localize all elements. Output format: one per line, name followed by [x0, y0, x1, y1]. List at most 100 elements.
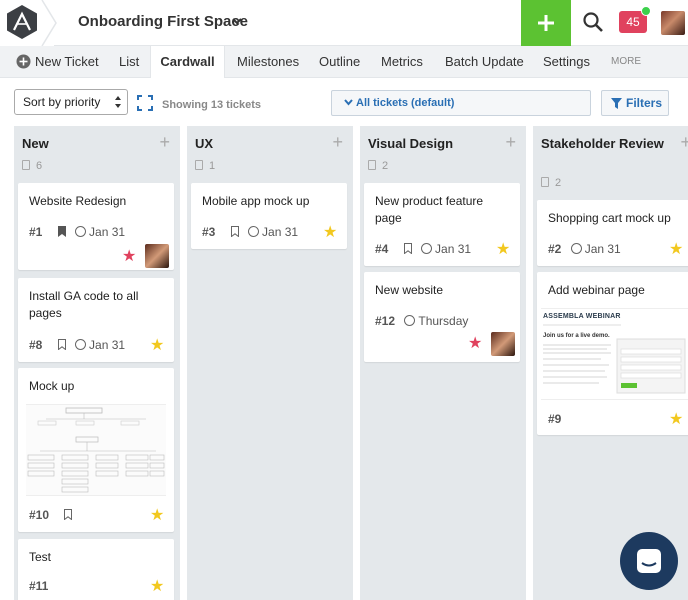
star-icon[interactable]: ★	[669, 242, 683, 258]
card-title[interactable]: Website Redesign	[29, 193, 165, 210]
assignee-avatar[interactable]	[145, 244, 169, 268]
ticket-number[interactable]: #1	[29, 225, 42, 239]
org-chart-thumbnail[interactable]	[26, 404, 166, 496]
card-meta: #12 Thursday	[375, 314, 468, 328]
card-title[interactable]: Add webinar page	[548, 282, 684, 299]
star-icon[interactable]: ★	[468, 336, 482, 352]
ticket-filter-value: All tickets (default)	[356, 97, 455, 109]
chevron-down-icon	[344, 99, 353, 106]
due-date: Thursday	[418, 314, 469, 328]
ticket-number[interactable]: #8	[29, 338, 42, 352]
ticket-card[interactable]: Install GA code to all pages #8 Jan 31 ★	[18, 278, 174, 362]
user-avatar[interactable]	[661, 11, 685, 35]
card-meta: #3 Jan 31	[202, 225, 298, 239]
space-title[interactable]: Onboarding First Space	[78, 13, 248, 30]
tab-metrics[interactable]: Metrics	[381, 46, 423, 78]
star-icon[interactable]: ★	[122, 249, 136, 265]
ticket-filter-dropdown[interactable]: All tickets (default)	[331, 90, 591, 116]
cardwall-board: New + 6 Website Redesign #1 Jan 31 ★ Ins…	[0, 126, 688, 600]
due-date: Jan 31	[89, 338, 126, 352]
chat-launcher[interactable]	[620, 532, 678, 590]
star-icon[interactable]: ★	[669, 412, 683, 428]
ticket-card[interactable]: Shopping cart mock up #2 Jan 31 ★	[537, 200, 688, 266]
tab-more[interactable]: MORE	[611, 46, 641, 78]
card-title[interactable]: New website	[375, 282, 511, 299]
webinar-thumbnail[interactable]: ASSEMBLA WEBINAR Join us for a live demo…	[541, 308, 688, 400]
tab-cardwall[interactable]: Cardwall	[150, 46, 225, 79]
ticket-card[interactable]: Mock up #10 ★	[18, 368, 174, 532]
add-card-icon[interactable]: +	[159, 133, 170, 151]
bookmark-icon[interactable]	[64, 509, 73, 520]
card-title[interactable]: Mobile app mock up	[202, 193, 338, 210]
card-title[interactable]: Shopping cart mock up	[548, 210, 684, 227]
chevron-down-icon[interactable]	[231, 14, 243, 28]
thumbnail-subheading: Join us for a live demo.	[543, 333, 610, 339]
card-title[interactable]: New product feature page	[375, 193, 511, 227]
ticket-card[interactable]: New product feature page #4 Jan 31 ★	[364, 183, 520, 266]
column-count: 1	[195, 160, 215, 172]
create-button[interactable]	[521, 0, 571, 46]
column-stakeholder-review: Stakeholder Review + 2 Shopping cart moc…	[533, 126, 688, 600]
tab-batch-update[interactable]: Batch Update	[445, 46, 524, 78]
sort-select[interactable]: Sort by priority	[14, 89, 128, 115]
ticket-card[interactable]: New website #12 Thursday ★	[364, 272, 520, 362]
ticket-card[interactable]: Test #11 ★	[18, 539, 174, 600]
select-arrows-icon	[115, 96, 121, 108]
webinar-page-image	[543, 324, 686, 394]
filters-button[interactable]: Filters	[601, 90, 669, 116]
due-date: Jan 31	[89, 225, 126, 239]
fullscreen-icon[interactable]	[137, 95, 153, 111]
filters-button-label: Filters	[626, 96, 663, 110]
add-card-icon[interactable]: +	[505, 133, 516, 151]
tab-list[interactable]: List	[119, 46, 139, 78]
ticket-card[interactable]: Website Redesign #1 Jan 31 ★	[18, 183, 174, 270]
due-date: Jan 31	[584, 242, 621, 256]
bookmark-icon[interactable]	[57, 339, 66, 350]
column-count: 2	[368, 160, 388, 172]
assignee-avatar[interactable]	[491, 332, 515, 356]
ticket-count-label: Showing 13 tickets	[162, 99, 262, 111]
clock-icon	[75, 226, 87, 237]
sort-select-value: Sort by priority	[23, 95, 101, 109]
star-icon[interactable]: ★	[496, 242, 510, 258]
ticket-number[interactable]: #11	[29, 579, 48, 593]
due-date: Jan 31	[435, 242, 472, 256]
ticket-number[interactable]: #3	[202, 225, 215, 239]
star-icon[interactable]: ★	[150, 579, 164, 595]
tab-settings[interactable]: Settings	[543, 46, 590, 78]
ticket-card[interactable]: Mobile app mock up #3 Jan 31 ★	[191, 183, 347, 249]
column-title: UX	[195, 136, 214, 151]
bookmark-icon[interactable]	[230, 226, 239, 237]
logo[interactable]	[0, 0, 57, 46]
card-meta: #2 Jan 31	[548, 242, 621, 256]
new-ticket-button[interactable]: New Ticket	[35, 46, 99, 78]
star-icon[interactable]: ★	[150, 338, 164, 354]
document-icon	[195, 160, 203, 170]
online-status-dot	[641, 6, 651, 16]
ticket-number[interactable]: #12	[375, 314, 395, 328]
tab-milestones[interactable]: Milestones	[237, 46, 299, 78]
tab-outline[interactable]: Outline	[319, 46, 360, 78]
add-card-icon[interactable]: +	[332, 133, 343, 151]
star-icon[interactable]: ★	[150, 508, 164, 524]
ticket-number[interactable]: #2	[548, 242, 561, 256]
bookmark-filled-icon[interactable]	[57, 226, 66, 237]
bookmark-icon[interactable]	[403, 243, 412, 254]
clock-icon	[421, 243, 433, 254]
card-title[interactable]: Install GA code to all pages	[29, 288, 165, 322]
filter-icon	[611, 98, 622, 109]
ticket-card[interactable]: Add webinar page ASSEMBLA WEBINAR Join u…	[537, 272, 688, 435]
add-card-icon[interactable]: +	[680, 133, 688, 151]
column-title: Stakeholder Review	[541, 136, 664, 151]
card-title[interactable]: Mock up	[29, 378, 165, 395]
ticket-number[interactable]: #9	[548, 412, 561, 426]
assembla-logo-icon	[7, 5, 37, 39]
ticket-number[interactable]: #4	[375, 242, 388, 256]
card-meta: #1 Jan 31	[29, 225, 125, 239]
ticket-number[interactable]: #10	[29, 508, 49, 522]
card-title[interactable]: Test	[29, 549, 165, 566]
search-icon[interactable]	[581, 10, 605, 34]
column-count: 2	[541, 177, 561, 189]
star-icon[interactable]: ★	[323, 225, 337, 241]
breadcrumb-chevron-icon	[41, 0, 57, 46]
